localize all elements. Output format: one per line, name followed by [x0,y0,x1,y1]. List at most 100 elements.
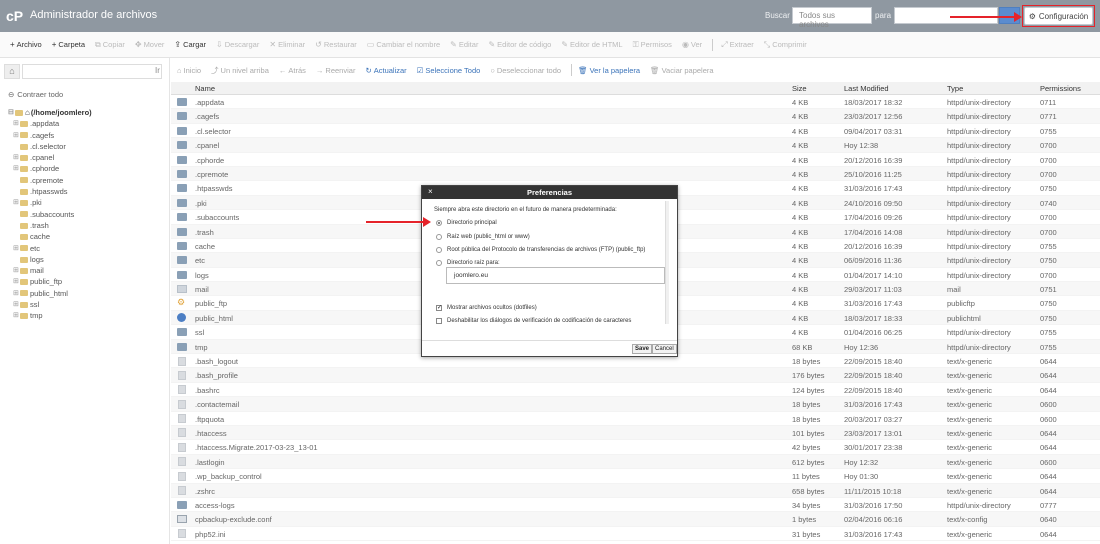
expand-toggle-icon[interactable]: ⊞ [13,299,20,310]
expand-toggle-icon[interactable]: ⊞ [13,130,20,141]
col-size[interactable]: Size [792,84,807,93]
cancel-button[interactable]: Cancel [652,344,677,354]
table-row[interactable]: .appdata 4 KB 18/03/2017 18:32 httpd/unix-d… [171,95,1100,110]
editor-de-codigo-button[interactable]: ✎ Editor de código [488,40,551,49]
inicio-button[interactable]: ⌂ Inicio [177,66,201,75]
eliminar-button[interactable]: ✕ Eliminar [269,40,305,49]
table-row[interactable]: .cagefs 4 KB 23/03/2017 12:56 httpd/unix-di… [171,109,1100,124]
tree-item[interactable]: ⊞ .appdata [8,118,168,129]
table-row[interactable]: cpbackup-exclude.conf 1 bytes 02/04/2016 0… [171,512,1100,527]
table-row[interactable]: .htaccess 101 bytes 23/03/2017 13:01 text/x… [171,425,1100,441]
close-icon[interactable]: × [428,185,433,198]
tree-item[interactable]: ⊞ .cpanel [8,152,168,163]
search-scope-select[interactable]: Todos sus archivos [792,7,872,29]
expand-toggle-icon[interactable]: ⊞ [13,288,20,299]
table-row[interactable]: .lastlogin 612 bytes Hoy 12:32 text/x-gener… [171,454,1100,470]
table-row[interactable]: .ftpquota 18 bytes 20/03/2017 03:27 text/x-… [171,412,1100,426]
tree-item[interactable]: ⊞ mail [8,265,168,276]
ver-button[interactable]: ◉ Ver [682,40,702,49]
tree-item[interactable]: ⊞ .pki [8,197,168,208]
expand-toggle-icon[interactable]: ⊞ [13,118,20,129]
un-nivel-arriba-button[interactable]: ⤴ Un nivel arriba [211,65,269,76]
expand-toggle-icon[interactable]: ⊞ [13,197,20,208]
tree-item[interactable]: ⊞ .cagefs [8,130,168,141]
atras-button[interactable]: ← Atrás [279,66,306,75]
cpanel-logo-icon[interactable]: cP [6,8,28,24]
seleccione-todo-button[interactable]: ☑ Seleccione Todo [417,66,481,75]
archivo-button[interactable]: + Archivo [10,40,42,49]
radio-web-root[interactable] [436,234,442,240]
tree-item[interactable]: .subaccounts [8,209,168,220]
table-row[interactable]: .cl.selector 4 KB 09/04/2017 03:31 httpd/un… [171,124,1100,139]
tree-item[interactable]: logs [8,254,168,265]
collapse-toggle-icon[interactable]: ⊟ [8,107,15,118]
expand-toggle-icon[interactable]: ⊞ [13,243,20,254]
tree-item[interactable]: ⊞ ssl [8,299,168,310]
radio-ftp-root[interactable] [436,247,442,253]
descargar-button[interactable]: ⇩ Descargar [216,40,259,49]
file-name: php52.ini [195,529,226,539]
comprimir-button[interactable]: ⤡ Comprimir [764,40,807,50]
col-modified[interactable]: Last Modified [844,84,889,93]
expand-toggle-icon[interactable]: ⊞ [13,310,20,321]
deseleccionar-todo-button[interactable]: ○ Deseleccionar todo [490,66,561,75]
tree-root[interactable]: ⊟ ⌂ (/home/joomlero) [8,107,168,118]
ver-la-papelera-button[interactable]: 🗑 Ver la papelera [578,66,640,75]
domain-select[interactable]: joomlero.eu [446,267,665,284]
expand-toggle-icon[interactable]: ⊞ [13,265,20,276]
file-name: .htpasswds [195,184,233,194]
editor-de-html-button[interactable]: ✎ Editor de HTML [561,40,622,49]
table-row[interactable]: .wp_backup_control 11 bytes Hoy 01:30 text/… [171,469,1100,484]
col-type[interactable]: Type [947,84,963,93]
table-row[interactable]: .cpremote 4 KB 25/10/2016 11:25 httpd/unix-… [171,166,1100,182]
collapse-all-link[interactable]: ⊖ Contraer todo [8,90,63,99]
table-row[interactable]: .bashrc 124 bytes 22/09/2015 18:40 text/x-g… [171,383,1100,398]
mover-button[interactable]: ✥ Mover [135,40,165,49]
extraer-label: Extraer [729,40,754,49]
path-go-button[interactable]: Ir [155,66,160,75]
reenviar-button[interactable]: → Reenviar [316,66,356,75]
table-row[interactable]: .htaccess.Migrate.2017-03-23_13-01 42 byt… [171,440,1100,455]
cambiar-el-nombre-button[interactable]: ▭ Cambiar el nombre [367,40,440,49]
cargar-button[interactable]: ⇪ Cargar [174,40,206,49]
home-icon[interactable]: ⌂ [4,64,20,79]
table-row[interactable]: .zshrc 658 bytes 11/11/2015 10:18 text/x-ge… [171,483,1100,498]
tree-item[interactable]: ⊞ public_html [8,288,168,299]
checkbox-disable-encoding[interactable] [436,318,442,324]
expand-toggle-icon[interactable]: ⊞ [13,163,20,174]
table-row[interactable]: .bash_profile 176 bytes 22/09/2015 18:40 te… [171,368,1100,383]
extraer-button[interactable]: ⤢ Extraer [721,40,754,50]
vaciar-papelera-button[interactable]: 🗑 Vaciar papelera [650,66,714,75]
tree-item[interactable]: ⊞ .cphorde [8,163,168,174]
save-button[interactable]: Save [632,344,653,354]
expand-toggle-icon[interactable]: ⊞ [13,152,20,163]
tree-item[interactable]: ⊞ tmp [8,310,168,321]
tree-item[interactable]: .cpremote [8,175,168,186]
table-row[interactable]: access-logs 34 bytes 31/03/2016 17:50 httpd… [171,498,1100,513]
folder-icon [20,233,28,240]
tree-item[interactable]: ⊞ etc [8,243,168,254]
table-row[interactable]: .contactemail 18 bytes 31/03/2016 17:43 tex… [171,397,1100,412]
table-row[interactable]: php52.ini 31 bytes 31/03/2016 17:43 text/x-… [171,527,1100,542]
restaurar-button[interactable]: ↺ Restaurar [315,40,357,49]
radio-domain-root[interactable] [436,260,442,266]
table-row[interactable]: .cphorde 4 KB 20/12/2016 16:39 httpd/unix-d… [171,153,1100,167]
table-row[interactable]: .cpanel 4 KB Hoy 12:38 httpd/unix-directory… [171,138,1100,153]
checkbox-show-hidden[interactable]: ✓ [436,305,442,311]
tree-item[interactable]: .htpasswds [8,186,168,197]
copiar-button[interactable]: ⧉ Copiar [95,40,125,50]
path-input[interactable] [22,64,162,79]
permisos-button[interactable]: ⚿ Permisos [633,40,672,50]
tree-item[interactable]: cache [8,231,168,242]
tree-item[interactable]: .cl.selector [8,141,168,152]
tree-item[interactable]: ⊞ public_ftp [8,276,168,287]
actualizar-button[interactable]: ↻ Actualizar [365,66,406,75]
radio-home-dir[interactable] [436,220,442,226]
editar-button[interactable]: ✎ Editar [450,40,478,49]
carpeta-button[interactable]: + Carpeta [52,40,85,49]
col-permissions[interactable]: Permissions [1040,84,1081,93]
dialog-scrollbar[interactable] [665,201,669,324]
expand-toggle-icon[interactable]: ⊞ [13,276,20,287]
tree-item[interactable]: .trash [8,220,168,231]
col-name[interactable]: Name [195,84,215,93]
